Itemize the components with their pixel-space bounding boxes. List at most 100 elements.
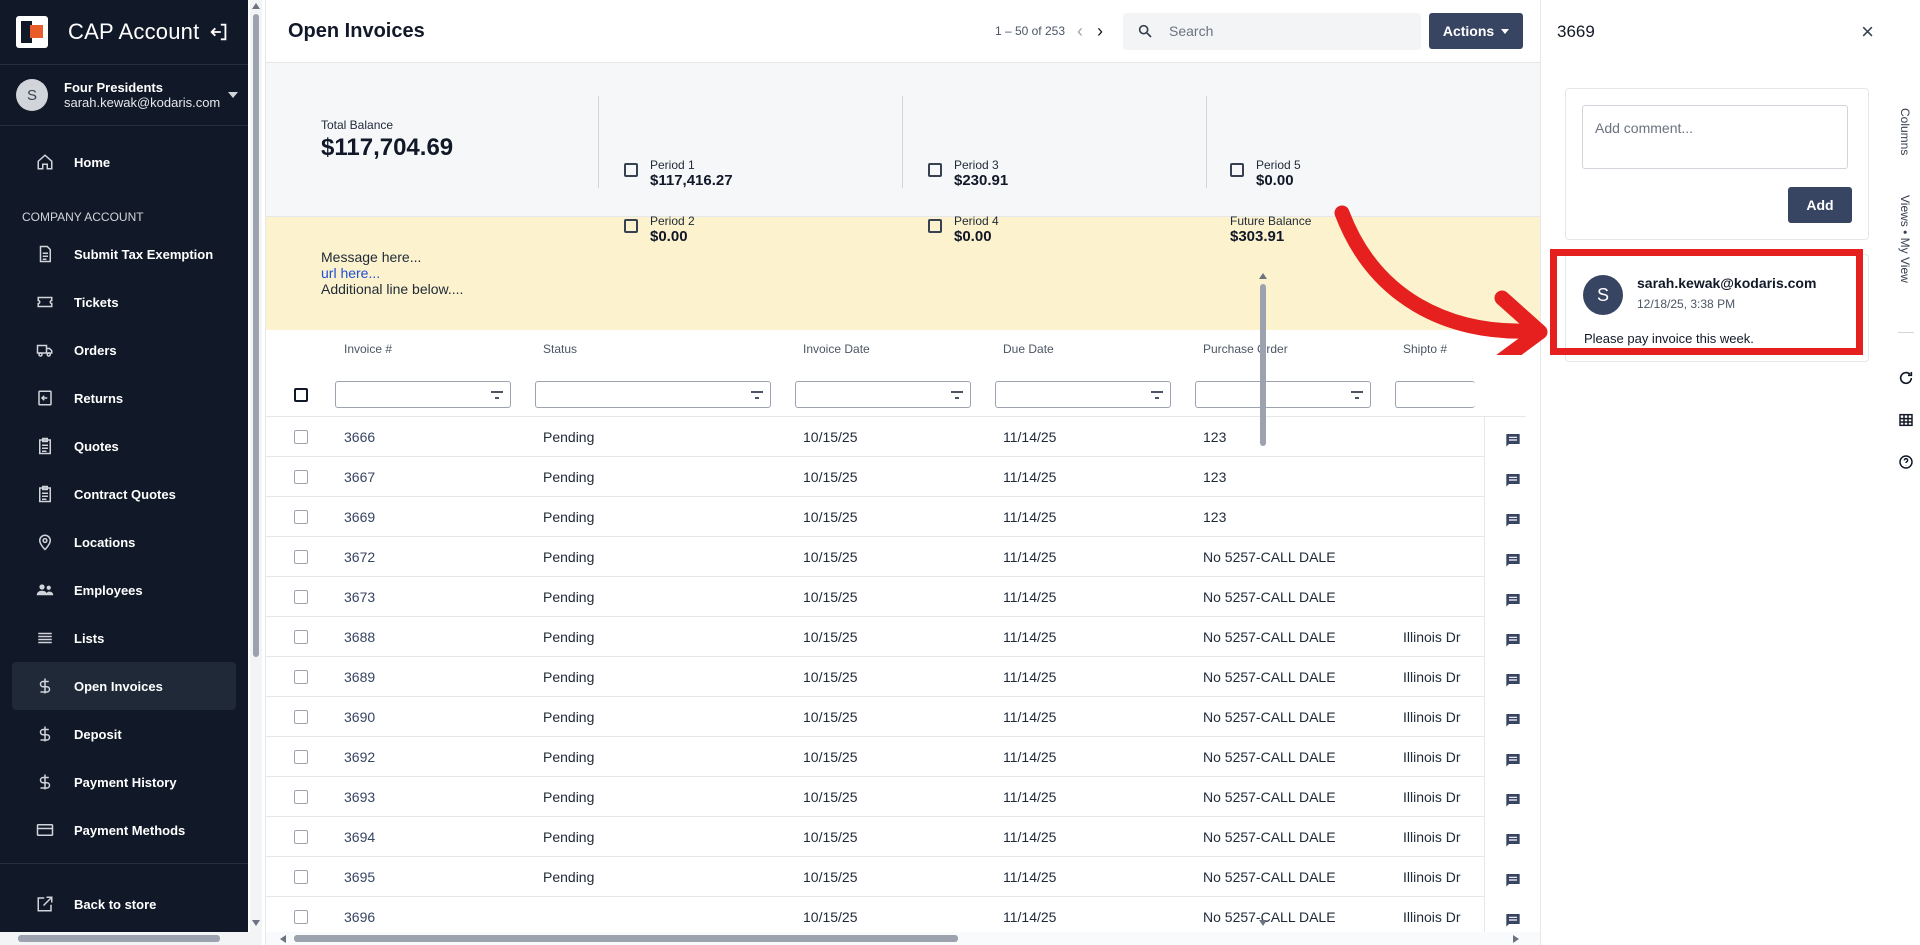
sidebar-item-submit-tax-exemption[interactable]: Submit Tax Exemption	[12, 230, 236, 278]
chevron-down-icon[interactable]	[228, 92, 238, 98]
table-row[interactable]: 3694 Pending 10/15/25 11/14/25 No 5257-CALL …	[266, 817, 1554, 857]
sidebar-item-quotes[interactable]: Quotes	[12, 422, 236, 470]
user-switcher[interactable]: S Four Presidents sarah.kewak@kodaris.co…	[0, 64, 248, 126]
scroll-down-arrow[interactable]	[252, 920, 260, 926]
comment-icon[interactable]	[1505, 592, 1521, 608]
cell-invoice[interactable]: 3696	[344, 909, 375, 925]
sidebar-item-orders[interactable]: Orders	[12, 326, 236, 374]
table-vertical-scrollbar[interactable]	[1256, 270, 1270, 932]
row-checkbox[interactable]	[294, 710, 308, 724]
filter-icon[interactable]	[1151, 391, 1163, 399]
help-icon[interactable]	[1898, 454, 1914, 470]
table-row[interactable]: 3692 Pending 10/15/25 11/14/25 No 5257-CALL …	[266, 737, 1554, 777]
column-header-status[interactable]: Status	[543, 342, 577, 356]
row-checkbox[interactable]	[294, 590, 308, 604]
close-icon[interactable]: ×	[1861, 19, 1874, 45]
row-checkbox[interactable]	[294, 630, 308, 644]
sidebar-item-payment-history[interactable]: Payment History	[12, 758, 236, 806]
scroll-down-arrow[interactable]	[1259, 920, 1267, 926]
table-row[interactable]: 3689 Pending 10/15/25 11/14/25 No 5257-CALL …	[266, 657, 1554, 697]
scroll-right-arrow[interactable]	[1513, 935, 1519, 943]
sidebar-item-locations[interactable]: Locations	[12, 518, 236, 566]
cell-invoice[interactable]: 3690	[344, 709, 375, 725]
sidebar-item-tickets[interactable]: Tickets	[12, 278, 236, 326]
column-header-invoice-date[interactable]: Invoice Date	[803, 342, 870, 356]
cell-invoice[interactable]: 3667	[344, 469, 375, 485]
filter-icon[interactable]	[751, 391, 763, 399]
comment-icon[interactable]	[1505, 552, 1521, 568]
comment-icon[interactable]	[1505, 672, 1521, 688]
cell-invoice[interactable]: 3695	[344, 869, 375, 885]
chevron-left-icon[interactable]: ‹	[1077, 21, 1083, 42]
purchase-order-filter-input[interactable]	[1195, 381, 1371, 408]
scroll-left-arrow[interactable]	[280, 935, 286, 943]
cell-invoice[interactable]: 3672	[344, 549, 375, 565]
comment-icon[interactable]	[1505, 792, 1521, 808]
comment-icon[interactable]	[1505, 632, 1521, 648]
cell-invoice[interactable]: 3689	[344, 669, 375, 685]
row-checkbox[interactable]	[294, 470, 308, 484]
comment-icon[interactable]	[1505, 432, 1521, 448]
select-all-checkbox[interactable]	[294, 388, 308, 402]
comment-icon[interactable]	[1505, 872, 1521, 888]
filter-icon[interactable]	[951, 391, 963, 399]
column-header-invoice[interactable]: Invoice #	[344, 342, 392, 356]
comment-icon[interactable]	[1505, 512, 1521, 528]
comment-icon[interactable]	[1505, 752, 1521, 768]
cell-invoice[interactable]: 3692	[344, 749, 375, 765]
comment-textarea[interactable]: Add comment...	[1582, 105, 1848, 169]
scroll-up-arrow[interactable]	[1259, 273, 1267, 279]
table-row[interactable]: 3690 Pending 10/15/25 11/14/25 No 5257-CALL …	[266, 697, 1554, 737]
scroll-up-arrow[interactable]	[252, 3, 260, 9]
chevron-right-icon[interactable]: ›	[1097, 21, 1103, 42]
row-checkbox[interactable]	[294, 510, 308, 524]
comment-icon[interactable]	[1505, 912, 1521, 928]
table-row[interactable]: 3693 Pending 10/15/25 11/14/25 No 5257-CALL …	[266, 777, 1554, 817]
sidebar-item-open-invoices[interactable]: Open Invoices	[12, 662, 236, 710]
period-3-checkbox[interactable]	[928, 163, 942, 177]
actions-button[interactable]: Actions	[1429, 13, 1523, 49]
table-row[interactable]: 3667 Pending 10/15/25 11/14/25 123	[266, 457, 1554, 497]
table-row[interactable]: 3666 Pending 10/15/25 11/14/25 123	[266, 417, 1554, 457]
status-filter-input[interactable]	[535, 381, 771, 408]
sidebar-item-deposit[interactable]: Deposit	[12, 710, 236, 758]
period-2-checkbox[interactable]	[624, 219, 638, 233]
search-input[interactable]: Search	[1123, 12, 1421, 50]
cell-invoice[interactable]: 3666	[344, 429, 375, 445]
table-row[interactable]: 3672 Pending 10/15/25 11/14/25 No 5257-CALL …	[266, 537, 1554, 577]
cell-invoice[interactable]: 3688	[344, 629, 375, 645]
filter-icon[interactable]	[1351, 391, 1363, 399]
sidebar-item-lists[interactable]: Lists	[12, 614, 236, 662]
table-row[interactable]: 3673 Pending 10/15/25 11/14/25 No 5257-CALL …	[266, 577, 1554, 617]
row-checkbox[interactable]	[294, 670, 308, 684]
scrollbar-thumb[interactable]	[18, 935, 220, 942]
filter-icon[interactable]	[491, 391, 503, 399]
due-date-filter-input[interactable]	[995, 381, 1171, 408]
cell-invoice[interactable]: 3669	[344, 509, 375, 525]
sidebar-item-contract-quotes[interactable]: Contract Quotes	[12, 470, 236, 518]
comment-icon[interactable]	[1505, 712, 1521, 728]
row-checkbox[interactable]	[294, 830, 308, 844]
row-checkbox[interactable]	[294, 790, 308, 804]
back-to-store-link[interactable]: Back to store	[12, 880, 236, 928]
row-checkbox[interactable]	[294, 750, 308, 764]
table-row[interactable]: 3688 Pending 10/15/25 11/14/25 No 5257-CALL …	[266, 617, 1554, 657]
table-row[interactable]: 3669 Pending 10/15/25 11/14/25 123	[266, 497, 1554, 537]
table-icon[interactable]	[1898, 412, 1914, 428]
scrollbar-thumb[interactable]	[253, 14, 259, 657]
scrollbar-thumb[interactable]	[294, 935, 958, 942]
comment-icon[interactable]	[1505, 472, 1521, 488]
row-checkbox[interactable]	[294, 910, 308, 924]
collapse-sidebar-icon[interactable]	[208, 21, 230, 43]
column-header-purchase-order[interactable]: Purchase Order	[1203, 342, 1288, 356]
table-row[interactable]: 3695 Pending 10/15/25 11/14/25 No 5257-CALL …	[266, 857, 1554, 897]
invoice-date-filter-input[interactable]	[795, 381, 971, 408]
kodaris-logo[interactable]	[16, 16, 48, 48]
cell-invoice[interactable]: 3693	[344, 789, 375, 805]
row-checkbox[interactable]	[294, 430, 308, 444]
period-1-checkbox[interactable]	[624, 163, 638, 177]
invoice-filter-input[interactable]	[335, 381, 511, 408]
scrollbar-thumb[interactable]	[1260, 284, 1266, 446]
comment-icon[interactable]	[1505, 832, 1521, 848]
period-5-checkbox[interactable]	[1230, 163, 1244, 177]
